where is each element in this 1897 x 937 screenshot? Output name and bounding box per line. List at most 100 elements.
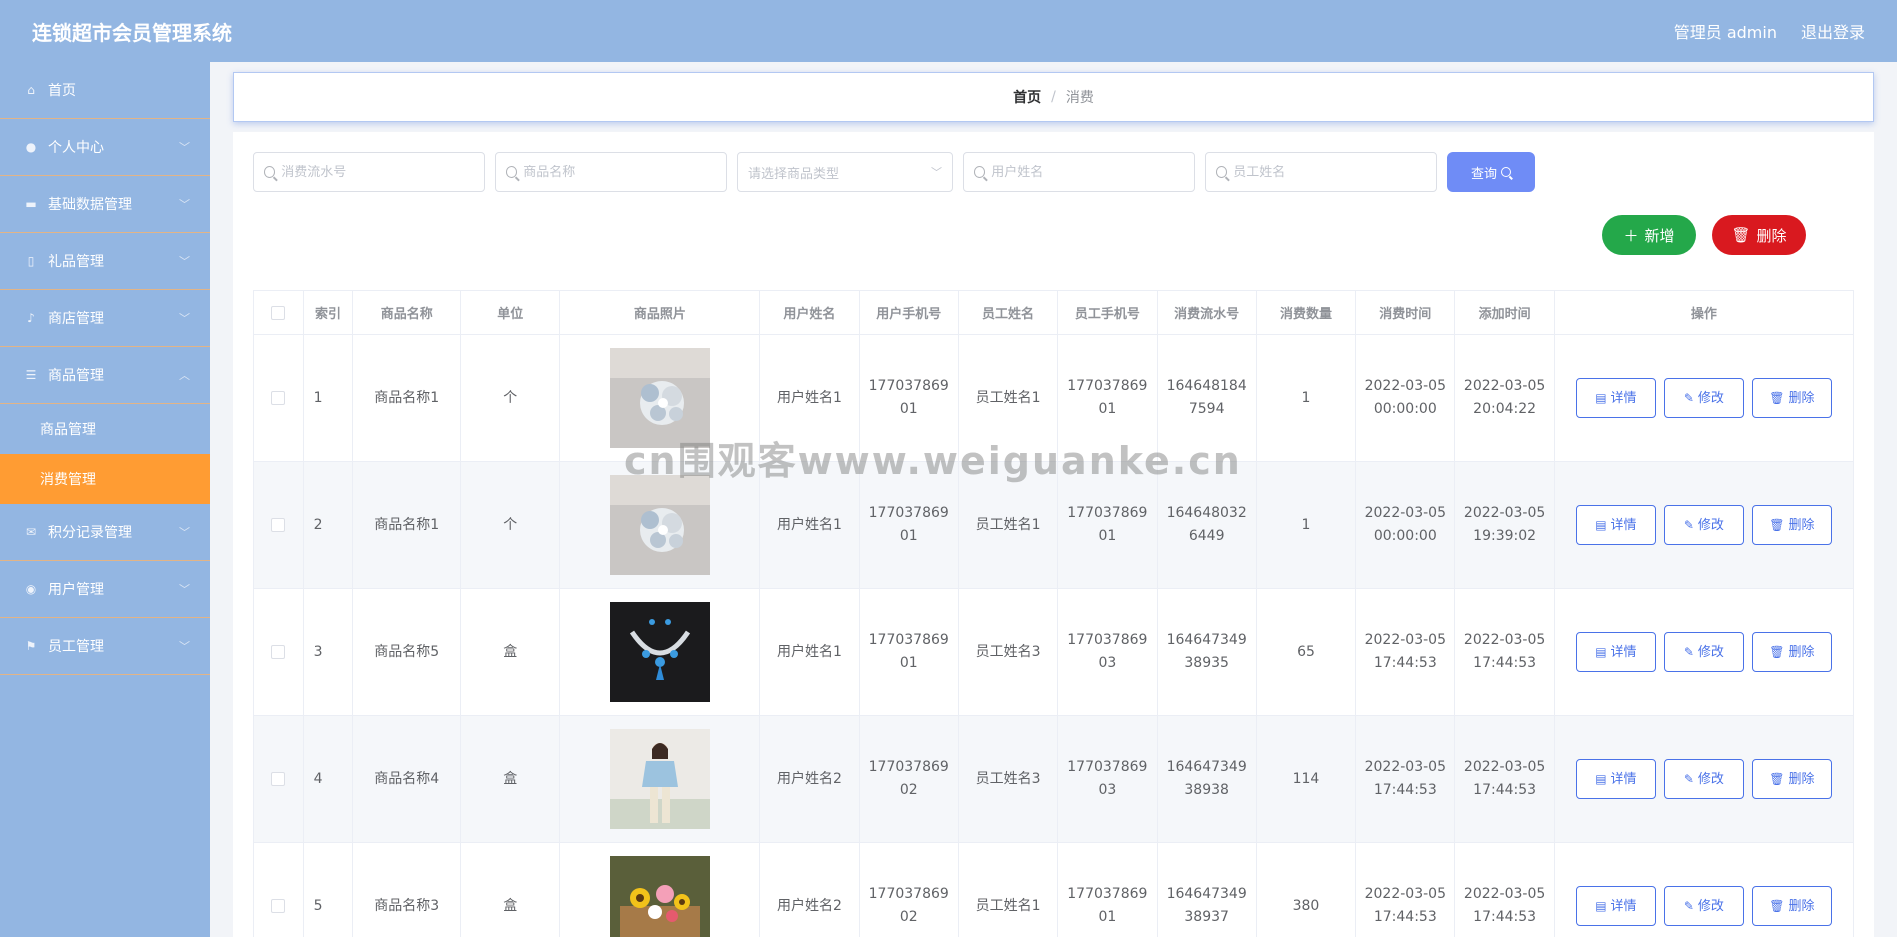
cell-ops: ▤ 详情 ✎ 修改 🗑 删除 — [1553, 842, 1855, 937]
cell-ops: ▤ 详情 ✎ 修改 🗑 删除 — [1553, 588, 1855, 716]
chevron-down-icon: ﹀ — [179, 141, 190, 154]
cell-ops: ▤ 详情 ✎ 修改 🗑 删除 — [1553, 461, 1855, 589]
cell-product: 商品名称5 — [352, 588, 462, 716]
cell-photo — [559, 334, 761, 462]
edit-label: 修改 — [1697, 771, 1724, 787]
edit-button[interactable]: ✎ 修改 — [1663, 886, 1744, 926]
product-photo-necklace — [609, 602, 710, 702]
edit-button[interactable]: ✎ 修改 — [1663, 505, 1744, 545]
sidebar-item-points[interactable]: ✉ 积分记录管理 ﹀ — [0, 504, 210, 561]
delete-row-button[interactable]: 🗑 删除 — [1751, 378, 1832, 418]
row-checkbox[interactable] — [271, 390, 286, 405]
column-header: 消费时间 — [1355, 290, 1456, 335]
cell-photo — [559, 842, 761, 937]
cell-qty: 1 — [1255, 461, 1357, 589]
delete-row-button[interactable]: 🗑 删除 — [1751, 759, 1832, 799]
content-panel: 请选择商品类型 ﹀ 查询 ＋ 新增 🗑 删除 — [233, 132, 1874, 937]
logout-link[interactable]: 退出登录 — [1801, 19, 1865, 43]
cell-serial: 16464734938938 — [1156, 715, 1257, 843]
admin-user-label[interactable]: 管理员 admin — [1674, 19, 1777, 43]
product-type-select[interactable]: 请选择商品类型 ﹀ — [737, 152, 953, 192]
sidebar-item-label: 礼品管理 — [48, 254, 104, 270]
edit-icon: ✎ — [1683, 644, 1694, 659]
sidebar-item-label: 商品管理 — [48, 368, 104, 384]
edit-button[interactable]: ✎ 修改 — [1663, 759, 1744, 799]
column-header: 用户姓名 — [759, 290, 860, 335]
edit-label: 修改 — [1697, 898, 1724, 914]
cell-staff-phone: 17703786901 — [1057, 461, 1158, 589]
detail-button[interactable]: ▤ 详情 — [1575, 505, 1656, 545]
staff-search-field — [1205, 152, 1437, 192]
data-icon: ▬ — [25, 197, 37, 211]
cell-time: 2022-03-05 17:44:53 — [1355, 588, 1456, 716]
select-all-checkbox[interactable] — [271, 305, 286, 320]
row-checkbox[interactable] — [271, 644, 286, 659]
delete-row-button[interactable]: 🗑 删除 — [1751, 886, 1832, 926]
cell-user: 用户姓名1 — [759, 334, 860, 462]
serial-search-input[interactable] — [281, 164, 474, 180]
sidebar-item-home[interactable]: ⌂ 首页 — [0, 62, 210, 119]
delete-row-button[interactable]: 🗑 删除 — [1751, 505, 1832, 545]
row-select-cell — [253, 461, 304, 589]
row-checkbox[interactable] — [271, 898, 286, 913]
column-header: 员工姓名 — [957, 290, 1059, 335]
sidebar-subitem-consumption[interactable]: 消费管理 — [0, 454, 210, 504]
staff-search-input[interactable] — [1233, 164, 1426, 180]
trash-icon: 🗑 — [1769, 517, 1785, 532]
chevron-down-icon: ﹀ — [179, 198, 190, 211]
cell-user: 用户姓名1 — [759, 461, 860, 589]
detail-button[interactable]: ▤ 详情 — [1575, 632, 1656, 672]
cell-photo — [559, 715, 761, 843]
sidebar-item-basic-data[interactable]: ▬ 基础数据管理 ﹀ — [0, 176, 210, 233]
detail-label: 详情 — [1610, 390, 1637, 406]
cell-user-phone: 17703786901 — [858, 588, 959, 716]
trash-icon: 🗑 — [1769, 390, 1785, 405]
product-search-input[interactable] — [523, 164, 716, 180]
detail-button[interactable]: ▤ 详情 — [1575, 378, 1656, 418]
detail-button[interactable]: ▤ 详情 — [1575, 759, 1656, 799]
sidebar-item-personal[interactable]: ● 个人中心 ﹀ — [0, 119, 210, 176]
cell-user-phone: 17703786902 — [858, 842, 959, 937]
batch-delete-button[interactable]: 🗑 删除 — [1712, 215, 1806, 255]
sidebar-item-shop[interactable]: ♪ 商店管理 ﹀ — [0, 290, 210, 347]
edit-button[interactable]: ✎ 修改 — [1663, 378, 1744, 418]
cell-time: 2022-03-05 17:44:53 — [1355, 715, 1456, 843]
cell-staff-phone: 17703786901 — [1057, 334, 1158, 462]
sidebar-item-gift[interactable]: ▯ 礼品管理 ﹀ — [0, 233, 210, 290]
detail-label: 详情 — [1610, 644, 1637, 660]
sidebar-item-staff[interactable]: ⚑ 员工管理 ﹀ — [0, 618, 210, 675]
cell-product: 商品名称1 — [352, 461, 462, 589]
sidebar-item-product[interactable]: ☰ 商品管理 ︿ — [0, 347, 210, 404]
product-photo-brooch — [609, 475, 710, 575]
add-button[interactable]: ＋ 新增 — [1602, 215, 1696, 255]
user-search-input[interactable] — [991, 164, 1184, 180]
cell-index: 2 — [302, 461, 354, 589]
table-row: 4 商品名称4 盒 用户姓名2 17703786902 员工姓名3 177037… — [253, 715, 1855, 843]
sidebar-item-users[interactable]: ◉ 用户管理 ﹀ — [0, 561, 210, 618]
main-content: 首页 / 消费 请选择商品类型 ﹀ — [210, 62, 1897, 937]
column-header: 操作 — [1553, 290, 1855, 335]
breadcrumb-home[interactable]: 首页 — [1013, 87, 1041, 107]
column-header: 商品名称 — [352, 290, 462, 335]
chevron-down-icon: ﹀ — [931, 166, 942, 179]
delete-row-button[interactable]: 🗑 删除 — [1751, 632, 1832, 672]
cell-index: 3 — [302, 588, 354, 716]
search-icon — [974, 166, 986, 178]
cell-staff-phone: 17703786901 — [1057, 842, 1158, 937]
cell-photo — [559, 461, 761, 589]
query-button[interactable]: 查询 — [1447, 152, 1535, 192]
delete-label: 删除 — [1788, 644, 1815, 660]
cell-index: 4 — [302, 715, 354, 843]
sidebar-subitem-product[interactable]: 商品管理 — [0, 404, 210, 454]
edit-button[interactable]: ✎ 修改 — [1663, 632, 1744, 672]
row-checkbox[interactable] — [271, 517, 286, 532]
table-row: 3 商品名称5 盒 用户姓名1 17703786901 员工姓名3 177037… — [253, 588, 1855, 716]
add-button-label: 新增 — [1644, 227, 1675, 245]
row-select-cell — [253, 842, 304, 937]
menu-icon: ☰ — [25, 368, 37, 382]
cell-user-phone: 17703786902 — [858, 715, 959, 843]
detail-button[interactable]: ▤ 详情 — [1575, 886, 1656, 926]
cell-qty: 65 — [1255, 588, 1357, 716]
cell-unit: 盒 — [460, 842, 561, 937]
row-checkbox[interactable] — [271, 771, 286, 786]
